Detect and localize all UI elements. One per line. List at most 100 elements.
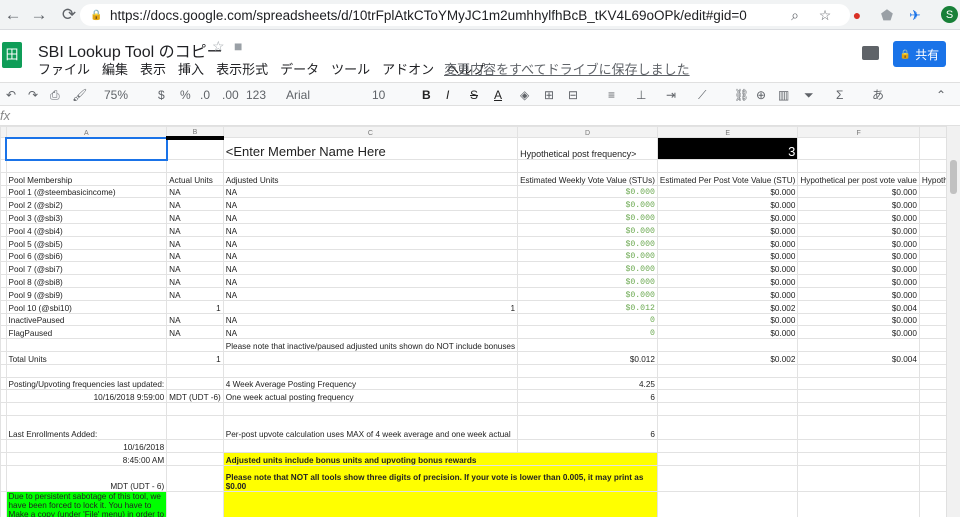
paint-format-icon[interactable]: 🖌 bbox=[72, 83, 87, 107]
cell-b2[interactable] bbox=[166, 159, 224, 173]
cell-b14[interactable]: NA bbox=[166, 312, 224, 327]
comment-add-icon[interactable]: ⊕ bbox=[756, 83, 766, 107]
link-icon[interactable]: ⛓ bbox=[734, 83, 749, 107]
cell-b4[interactable]: NA bbox=[166, 184, 224, 199]
cell-f18[interactable] bbox=[797, 363, 920, 378]
align-icon[interactable]: ≡ bbox=[608, 83, 615, 107]
cell-g20[interactable] bbox=[918, 389, 946, 404]
vertical-scrollbar[interactable] bbox=[946, 126, 960, 517]
column-header-d[interactable]: D bbox=[517, 126, 658, 138]
cell-a8[interactable]: Pool 5 (@sbi5) bbox=[5, 235, 168, 250]
cell-e15[interactable]: $0.000 bbox=[656, 325, 799, 340]
cell-b18[interactable] bbox=[166, 363, 224, 378]
cell-a17[interactable]: Total Units bbox=[5, 350, 168, 365]
cell-c11[interactable]: NA bbox=[222, 274, 519, 288]
cell-b21[interactable] bbox=[166, 402, 224, 416]
menu-format[interactable]: 表示形式 bbox=[216, 59, 268, 78]
cell-e13[interactable]: $0.002 bbox=[656, 299, 799, 314]
cell-e18[interactable] bbox=[656, 363, 799, 378]
cell-a11[interactable]: Pool 8 (@sbi8) bbox=[5, 274, 168, 288]
cell-f22[interactable] bbox=[797, 414, 920, 440]
cell-c18[interactable] bbox=[222, 363, 519, 378]
cell-b5[interactable]: NA bbox=[166, 197, 224, 212]
save-status-link[interactable]: 変更内容をすべてドライブに保存しました bbox=[444, 59, 690, 78]
cell-e4[interactable]: $0.000 bbox=[656, 184, 799, 199]
cell-g8[interactable]: $0.000 bbox=[918, 235, 946, 250]
cell-e24[interactable] bbox=[656, 451, 799, 466]
column-header-c[interactable]: C bbox=[222, 126, 519, 138]
column-header-a[interactable]: A bbox=[5, 126, 168, 138]
cell-g15[interactable]: $0.000 bbox=[918, 325, 946, 340]
cell-a24[interactable]: 8:45:00 AM bbox=[5, 451, 168, 466]
cell-e5[interactable]: $0.000 bbox=[656, 197, 799, 212]
cell-c16[interactable]: Please note that inactive/paused adjuste… bbox=[222, 338, 519, 352]
cell-d7[interactable]: $0.000 bbox=[517, 222, 658, 237]
zoom-select[interactable]: 75% bbox=[104, 83, 128, 107]
increase-decimal[interactable]: .00 bbox=[222, 83, 239, 107]
cell-f13[interactable]: $0.004 bbox=[797, 299, 920, 314]
forward-icon[interactable]: → bbox=[28, 5, 50, 25]
cell-g22[interactable] bbox=[918, 414, 946, 440]
cell-d12[interactable]: $0.000 bbox=[517, 286, 658, 301]
bookmark-star-icon[interactable]: ☆ bbox=[816, 6, 834, 24]
functions-icon[interactable]: Σ bbox=[836, 83, 843, 107]
cell-f10[interactable]: $0.000 bbox=[797, 261, 920, 276]
chart-icon[interactable]: ▥ bbox=[778, 83, 789, 107]
cell-b3[interactable]: Actual Units bbox=[166, 171, 224, 186]
cell-d17[interactable]: $0.012 bbox=[517, 350, 658, 365]
cell-e26[interactable] bbox=[656, 490, 799, 517]
cell-b9[interactable]: NA bbox=[166, 248, 224, 263]
cell-g7[interactable]: $0.000 bbox=[918, 222, 946, 237]
cell-a3[interactable]: Pool Membership bbox=[5, 171, 168, 186]
cell-f1[interactable] bbox=[797, 137, 920, 160]
cell-a12[interactable]: Pool 9 (@sbi9) bbox=[5, 286, 168, 301]
back-icon[interactable]: ← bbox=[2, 5, 24, 25]
cell-f15[interactable]: $0.000 bbox=[797, 325, 920, 340]
cell-e11[interactable]: $0.000 bbox=[656, 274, 799, 288]
cell-f20[interactable] bbox=[797, 389, 920, 404]
cell-a2[interactable] bbox=[5, 159, 168, 173]
cell-g5[interactable]: $0.000 bbox=[918, 197, 946, 212]
collapse-icon[interactable]: ⌃ bbox=[936, 83, 946, 107]
cell-c24[interactable]: Adjusted units include bonus units and u… bbox=[222, 451, 658, 466]
cell-g10[interactable]: $0.000 bbox=[918, 261, 946, 276]
cell-g21[interactable] bbox=[918, 402, 946, 416]
cell-d11[interactable]: $0.000 bbox=[517, 274, 658, 288]
cell-g3[interactable]: Hypothetical Weekly STUs bbox=[918, 171, 946, 186]
cell-f17[interactable]: $0.004 bbox=[797, 350, 920, 365]
address-bar[interactable]: 🔒 https://docs.google.com/spreadsheets/d… bbox=[80, 4, 850, 26]
cell-f14[interactable]: $0.000 bbox=[797, 312, 920, 327]
cell-b6[interactable]: NA bbox=[166, 210, 224, 224]
cell-c20[interactable]: One week actual posting frequency bbox=[222, 389, 519, 404]
cell-e21[interactable] bbox=[656, 402, 799, 416]
cell-d13[interactable]: $0.012 bbox=[517, 299, 658, 314]
cell-f25[interactable] bbox=[797, 464, 920, 492]
cell-c3[interactable]: Adjusted Units bbox=[222, 171, 519, 186]
scroll-thumb[interactable] bbox=[950, 160, 957, 194]
rotate-icon[interactable]: ⟋ bbox=[698, 83, 706, 107]
formula-bar[interactable]: fx bbox=[0, 107, 960, 126]
cell-e14[interactable]: $0.000 bbox=[656, 312, 799, 327]
cell-e19[interactable] bbox=[656, 376, 799, 391]
sheets-logo-icon[interactable]: 田 bbox=[2, 42, 22, 68]
cell-d3[interactable]: Estimated Weekly Vote Value (STUs) bbox=[517, 171, 658, 186]
cell-a10[interactable]: Pool 7 (@sbi7) bbox=[5, 261, 168, 276]
folder-icon[interactable]: ■ bbox=[234, 38, 242, 54]
cell-d8[interactable]: $0.000 bbox=[517, 235, 658, 250]
cell-f24[interactable] bbox=[797, 451, 920, 466]
cell-c6[interactable]: NA bbox=[222, 210, 519, 224]
menu-edit[interactable]: 編集 bbox=[102, 59, 128, 78]
cell-f16[interactable] bbox=[797, 338, 920, 352]
currency-format[interactable]: $ bbox=[158, 83, 165, 107]
font-select[interactable]: Arial bbox=[286, 83, 310, 107]
column-header-b[interactable]: B bbox=[166, 126, 224, 138]
extension-icon[interactable]: ● bbox=[848, 6, 866, 24]
menu-view[interactable]: 表示 bbox=[140, 59, 166, 78]
strikethrough-button[interactable]: S bbox=[470, 83, 478, 107]
text-color-button[interactable]: A bbox=[494, 83, 502, 107]
cell-d1[interactable]: Hypothetical post frequency> bbox=[517, 137, 658, 160]
cell-g26[interactable] bbox=[918, 490, 946, 517]
cell-a5[interactable]: Pool 2 (@sbi2) bbox=[5, 197, 168, 212]
cell-e6[interactable]: $0.000 bbox=[656, 210, 799, 224]
cell-g4[interactable]: $0.000 bbox=[918, 184, 946, 199]
